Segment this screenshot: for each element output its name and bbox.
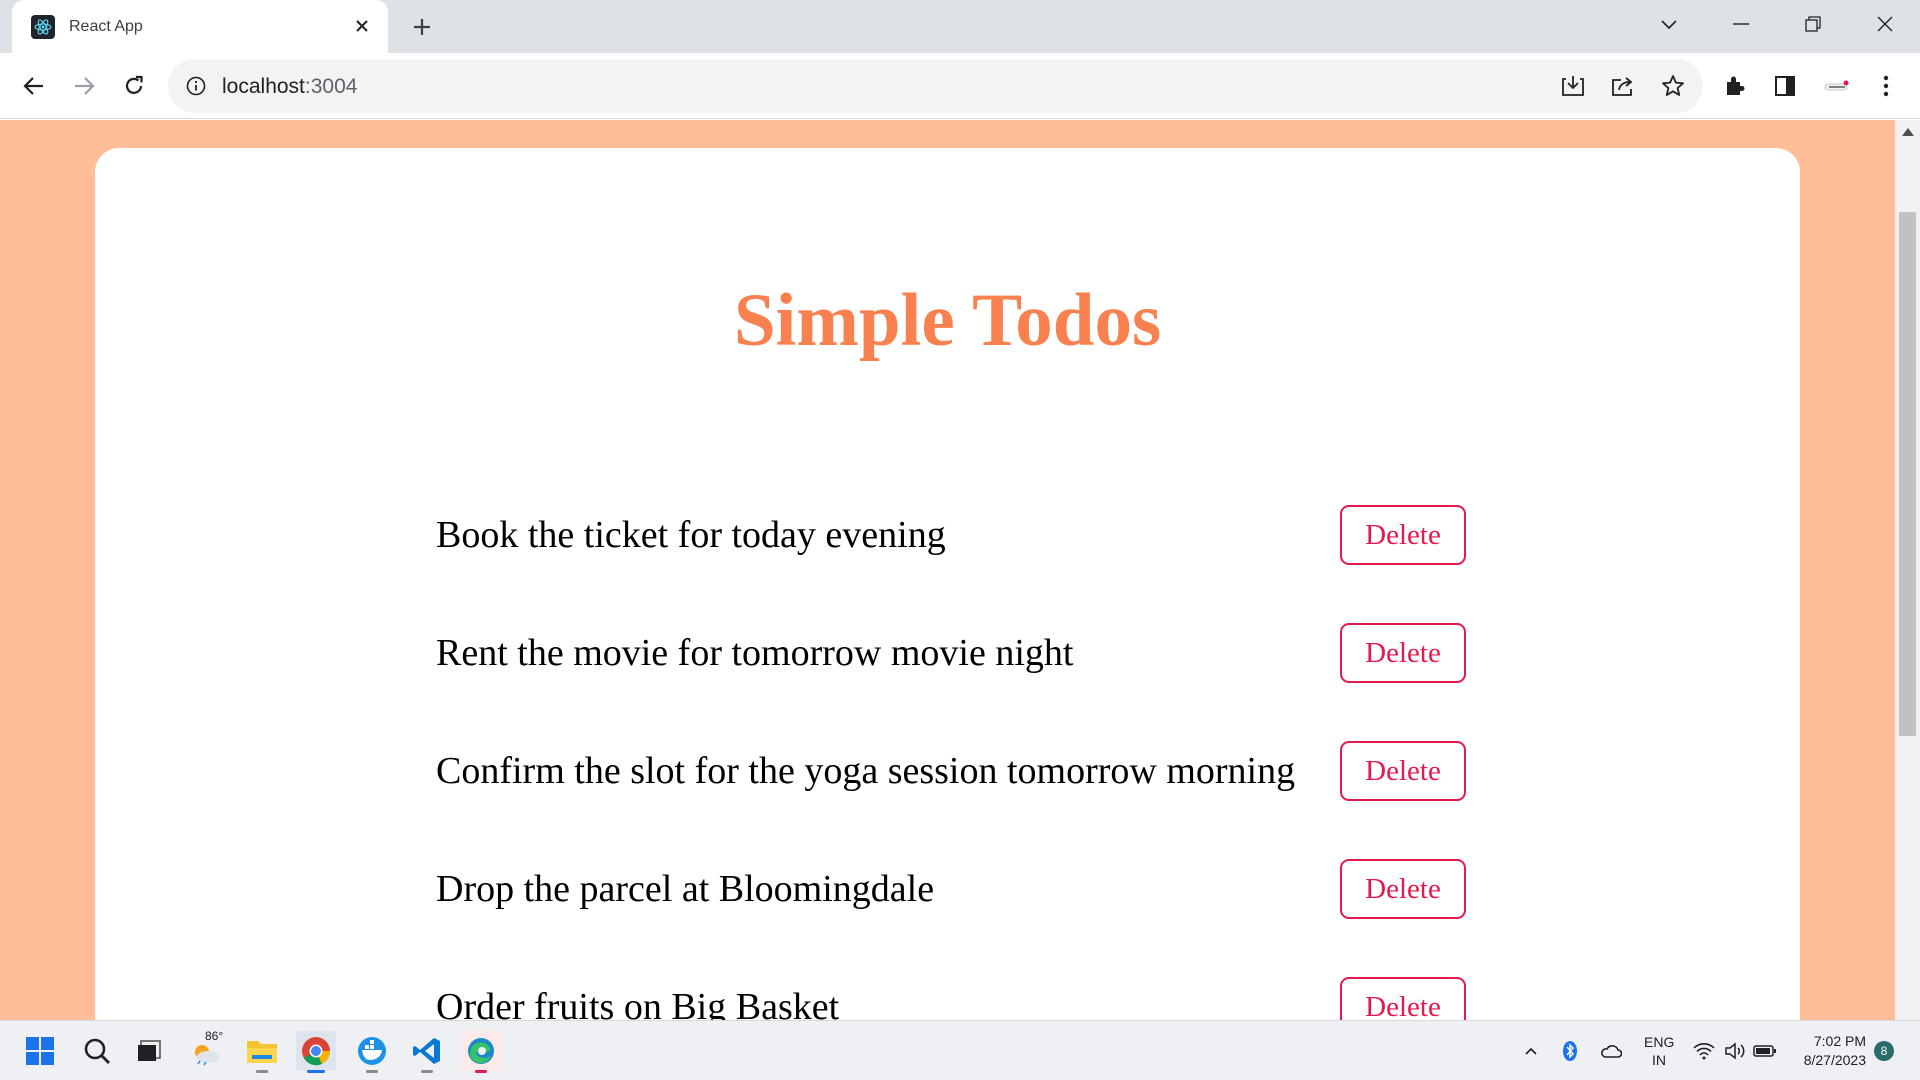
page-viewport: Simple Todos Book the ticket for today e…: [0, 120, 1895, 1020]
battery-icon[interactable]: [1753, 1039, 1777, 1063]
delete-button[interactable]: Delete: [1340, 977, 1466, 1020]
page-title: Simple Todos: [733, 279, 1162, 362]
star-icon[interactable]: [1659, 72, 1687, 100]
delete-button[interactable]: Delete: [1340, 505, 1466, 565]
todo-item: Drop the parcel at Bloomingdale Delete: [436, 842, 1466, 960]
search-icon[interactable]: [77, 1031, 117, 1071]
vscode-icon[interactable]: [407, 1031, 447, 1073]
onedrive-cloud-icon[interactable]: [1599, 1039, 1623, 1063]
todo-text: Book the ticket for today evening: [436, 514, 946, 556]
todo-text: Rent the movie for tomorrow movie night: [436, 632, 1074, 674]
app-running-indicator: [421, 1070, 433, 1073]
taskbar: 86° ENG IN 7:02 PM 8/27/2023 8: [0, 1020, 1920, 1080]
info-icon[interactable]: [184, 74, 208, 98]
reload-button[interactable]: [116, 68, 152, 104]
app-active-indicator: [307, 1070, 325, 1073]
restore-button[interactable]: [1778, 0, 1848, 48]
todo-list: Book the ticket for today evening Delete…: [436, 488, 1466, 1020]
notification-badge[interactable]: 8: [1874, 1041, 1894, 1061]
language-code: ENG: [1644, 1034, 1675, 1050]
scroll-thumb[interactable]: [1899, 212, 1916, 736]
wifi-icon[interactable]: [1692, 1039, 1716, 1063]
todo-item: Rent the movie for tomorrow movie night …: [436, 606, 1466, 724]
clock-time: 7:02 PM: [1813, 1033, 1866, 1049]
edge-icon[interactable]: [461, 1031, 501, 1073]
task-view-icon[interactable]: [129, 1031, 169, 1071]
profile-icon[interactable]: [1819, 68, 1855, 104]
todo-text: Confirm the slot for the yoga session to…: [436, 750, 1296, 792]
docker-icon[interactable]: [352, 1031, 392, 1073]
file-explorer-icon[interactable]: [242, 1031, 282, 1073]
clock-date: 8/27/2023: [1803, 1052, 1866, 1068]
delete-button[interactable]: Delete: [1340, 741, 1466, 801]
tab-title: React App: [69, 17, 143, 35]
todo-text: Drop the parcel at Bloomingdale: [436, 868, 935, 910]
browser-toolbar: localhost:3004: [0, 53, 1920, 119]
minimize-button[interactable]: [1706, 0, 1776, 48]
url-host: localhost: [222, 75, 305, 98]
window-close-button[interactable]: [1850, 0, 1920, 48]
share-icon[interactable]: [1609, 72, 1637, 100]
install-icon[interactable]: [1559, 72, 1587, 100]
language-indicator[interactable]: ENG IN: [1644, 1033, 1674, 1069]
address-bar[interactable]: localhost:3004: [168, 59, 1703, 113]
back-button[interactable]: [16, 68, 52, 104]
weather-icon[interactable]: 86°: [186, 1029, 226, 1071]
browser-tab[interactable]: React App: [12, 0, 388, 53]
delete-button[interactable]: Delete: [1340, 623, 1466, 683]
menu-icon[interactable]: [1868, 68, 1904, 104]
chevron-down-icon[interactable]: [1634, 0, 1704, 48]
close-icon[interactable]: [350, 14, 374, 38]
system-clock[interactable]: 7:02 PM 8/27/2023: [1786, 1032, 1866, 1070]
todo-text: Order fruits on Big Basket: [436, 986, 840, 1020]
chrome-icon[interactable]: [296, 1031, 336, 1073]
new-tab-button[interactable]: [406, 11, 438, 43]
browser-tab-bar: React App: [0, 0, 1920, 53]
app-running-indicator: [366, 1070, 378, 1073]
todos-card: Simple Todos Book the ticket for today e…: [95, 148, 1800, 1020]
url-text[interactable]: localhost:3004: [222, 75, 357, 99]
windows-start-icon[interactable]: [20, 1031, 60, 1071]
delete-button[interactable]: Delete: [1340, 859, 1466, 919]
extensions-icon[interactable]: [1717, 68, 1753, 104]
todo-item: Order fruits on Big Basket Delete: [436, 960, 1466, 1020]
react-logo-icon: [31, 14, 55, 39]
forward-button[interactable]: [66, 68, 102, 104]
app-running-indicator: [256, 1070, 268, 1073]
todo-item: Confirm the slot for the yoga session to…: [436, 724, 1466, 842]
scroll-up-arrow-icon[interactable]: [1902, 128, 1914, 136]
weather-temp: 86°: [205, 1029, 224, 1043]
bluetooth-icon[interactable]: [1558, 1039, 1582, 1063]
side-panel-icon[interactable]: [1767, 68, 1803, 104]
todo-item: Book the ticket for today evening Delete: [436, 488, 1466, 606]
chevron-up-icon[interactable]: [1519, 1039, 1543, 1063]
app-alert-indicator: [475, 1070, 487, 1073]
url-port: :3004: [304, 75, 358, 98]
vertical-scrollbar[interactable]: [1895, 120, 1920, 1020]
volume-icon[interactable]: [1723, 1039, 1747, 1063]
region-code: IN: [1652, 1052, 1666, 1068]
